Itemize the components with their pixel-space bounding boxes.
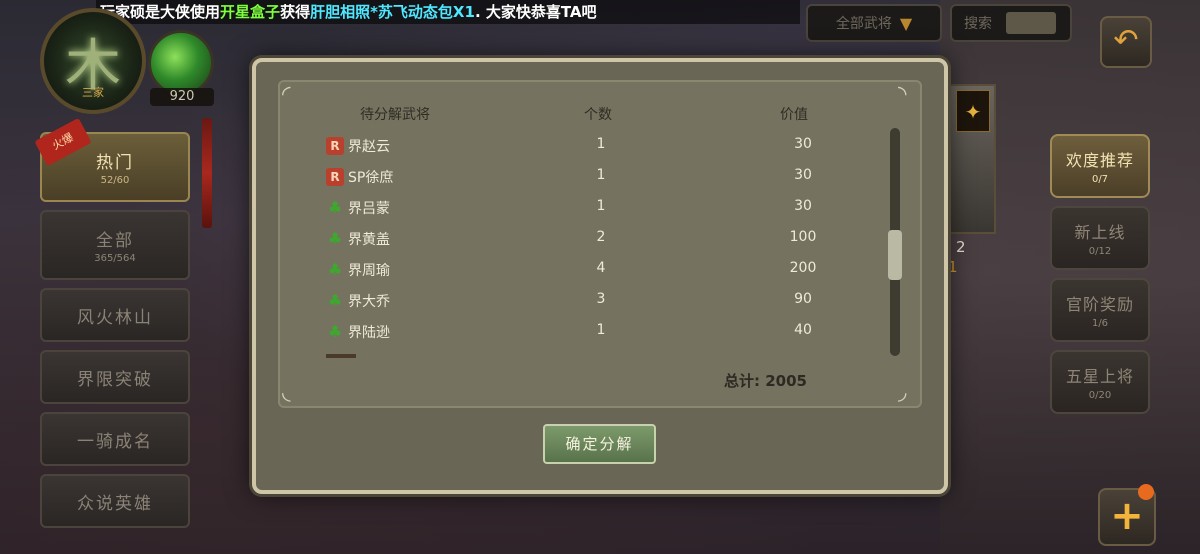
menu-item-rank-reward[interactable]: 官阶奖励 1/6 (1050, 278, 1150, 342)
sidebar-item-label: 风火林山 (77, 307, 153, 328)
general-card-stars: 1 (948, 258, 958, 276)
menu-item-label: 官阶奖励 (1065, 295, 1134, 314)
table-row-partial (326, 354, 356, 358)
general-value: 30 (794, 136, 812, 152)
dropdown-label: 全部武将 (835, 16, 892, 32)
general-count: 1 (596, 167, 606, 183)
back-arrow-icon: ↶ (1113, 23, 1139, 58)
sidebar-item-label: 一骑成名 (77, 431, 153, 452)
marquee-reward: 肝胆相照*苏飞动态包X1 (310, 3, 475, 21)
general-card-count: 2 (956, 238, 966, 256)
notification-dot (1138, 484, 1154, 500)
menu-item-new[interactable]: 新上线 0/12 (1050, 206, 1150, 270)
general-value: 30 (794, 198, 812, 214)
corner-ornament-icon: ◟ (282, 380, 291, 405)
menu-item-five-star[interactable]: 五星上将 0/20 (1050, 350, 1150, 414)
sidebar-item-zhongshuoyingxiong[interactable]: 众说英雄 (40, 474, 190, 528)
general-value: 40 (794, 322, 812, 338)
general-value: 200 (789, 260, 817, 276)
corner-ornament-icon: ◞ (898, 380, 907, 405)
search-bar[interactable]: 搜索 (950, 4, 1072, 42)
general-name: 界吕蒙 (348, 201, 390, 217)
search-input[interactable] (1006, 12, 1056, 34)
rarity-green-icon: ♣ (327, 322, 343, 341)
general-name: 界周瑜 (348, 263, 390, 279)
marquee-obtained: 获得 (280, 3, 311, 21)
rarity-green-icon: ♣ (327, 198, 343, 217)
general-count: 1 (596, 136, 606, 152)
table-row[interactable]: R SP徐庶 1 30 (326, 167, 826, 191)
table-row[interactable]: ♣ 界吕蒙 1 30 (326, 198, 826, 222)
corner-ornament-icon: ◝ (898, 82, 907, 107)
faction-emblem[interactable]: 木 三家 (40, 8, 146, 114)
menu-item-progress: 0/12 (1088, 246, 1112, 257)
rarity-red-icon: R (326, 137, 344, 155)
sidebar-item-progress: 365/564 (94, 253, 136, 264)
corner-ornament-icon: ◜ (282, 82, 291, 107)
rarity-green-icon: ♣ (327, 260, 343, 279)
announcement-marquee: 玩家硕是大侠使用开星盒子获得肝胆相照*苏飞动态包X1. 大家快恭喜TA吧 (96, 0, 800, 24)
sidebar-item-label: 众说英雄 (77, 493, 153, 514)
menu-item-label: 五星上将 (1065, 367, 1134, 386)
confirm-decompose-button[interactable]: 确定分解 (543, 424, 656, 464)
general-name: 界大乔 (348, 294, 390, 310)
menu-item-label: 欢度推荐 (1065, 151, 1134, 170)
general-name: SP徐庶 (348, 170, 394, 186)
plus-icon: + (1110, 493, 1144, 539)
table-row[interactable]: ♣ 界周瑜 4 200 (326, 260, 826, 284)
jade-icon (148, 30, 214, 96)
rank-badge-icon: ✦ (956, 90, 990, 132)
general-filter-dropdown[interactable]: 全部武将 ▼ (806, 4, 942, 42)
rarity-green-icon: ♣ (327, 291, 343, 310)
total-value: 总计: 2005 (724, 372, 807, 390)
rarity-red-icon: R (326, 168, 344, 186)
column-header-count: 个数 (584, 107, 612, 123)
general-name: 界黄盖 (348, 232, 390, 248)
general-count: 3 (596, 291, 606, 307)
general-count: 2 (596, 229, 606, 245)
menu-item-label: 新上线 (1074, 223, 1126, 242)
general-count: 4 (596, 260, 606, 276)
marquee-item: 开星盒子 (220, 3, 281, 21)
general-value: 30 (794, 167, 812, 183)
general-count: 1 (596, 322, 606, 338)
sidebar-item-all[interactable]: 全部 365/564 (40, 210, 190, 280)
general-name: 界陆逊 (348, 325, 390, 341)
table-row[interactable]: ♣ 界黄盖 2 100 (326, 229, 826, 253)
jade-count: 920 (150, 88, 214, 106)
column-header-name: 待分解武将 (360, 107, 430, 123)
column-header-value: 价值 (780, 107, 808, 123)
category-sidebar: 火爆 热门 52/60 全部 365/564 风火林山 界限突破 一骑成名 众说… (34, 117, 190, 536)
right-menu: 欢度推荐 0/7 新上线 0/12 官阶奖励 1/6 五星上将 0/20 (1050, 134, 1150, 422)
menu-item-progress: 0/7 (1091, 174, 1109, 185)
emblem-caption: 三家 (82, 86, 104, 99)
menu-item-progress: 1/6 (1091, 318, 1109, 329)
sidebar-item-jiexiantupo[interactable]: 界限突破 (40, 350, 190, 404)
chevron-down-icon: ▼ (899, 13, 913, 33)
rarity-green-icon: ♣ (327, 229, 343, 248)
table-row[interactable]: ♣ 界大乔 3 90 (326, 291, 826, 315)
general-value: 100 (789, 229, 817, 245)
sidebar-item-hot[interactable]: 火爆 热门 52/60 (34, 117, 190, 202)
marquee-player: 硕是大侠 (130, 3, 191, 21)
menu-item-progress: 0/20 (1088, 390, 1112, 401)
menu-item-recommend[interactable]: 欢度推荐 0/7 (1050, 134, 1150, 198)
sidebar-item-progress: 52/60 (100, 175, 130, 186)
search-label: 搜索 (964, 16, 992, 32)
decorative-pillar (202, 118, 212, 228)
sidebar-item-label: 热门 (96, 153, 134, 173)
general-count: 1 (596, 198, 606, 214)
scrollbar-thumb[interactable] (888, 230, 902, 280)
marquee-verb: 使用 (190, 3, 221, 21)
general-name: 界赵云 (348, 139, 390, 155)
table-row[interactable]: R 界赵云 1 30 (326, 136, 826, 160)
table-row[interactable]: ♣ 界陆逊 1 40 (326, 322, 826, 346)
sidebar-item-yiqichengming[interactable]: 一骑成名 (40, 412, 190, 466)
sidebar-item-fenghuolinshan[interactable]: 风火林山 (40, 288, 190, 342)
sidebar-item-label: 界限突破 (77, 369, 153, 390)
marquee-suffix: . 大家快恭喜TA吧 (474, 3, 597, 21)
general-value: 90 (794, 291, 812, 307)
back-button[interactable]: ↶ (1100, 16, 1152, 68)
sidebar-item-label: 全部 (96, 231, 134, 251)
